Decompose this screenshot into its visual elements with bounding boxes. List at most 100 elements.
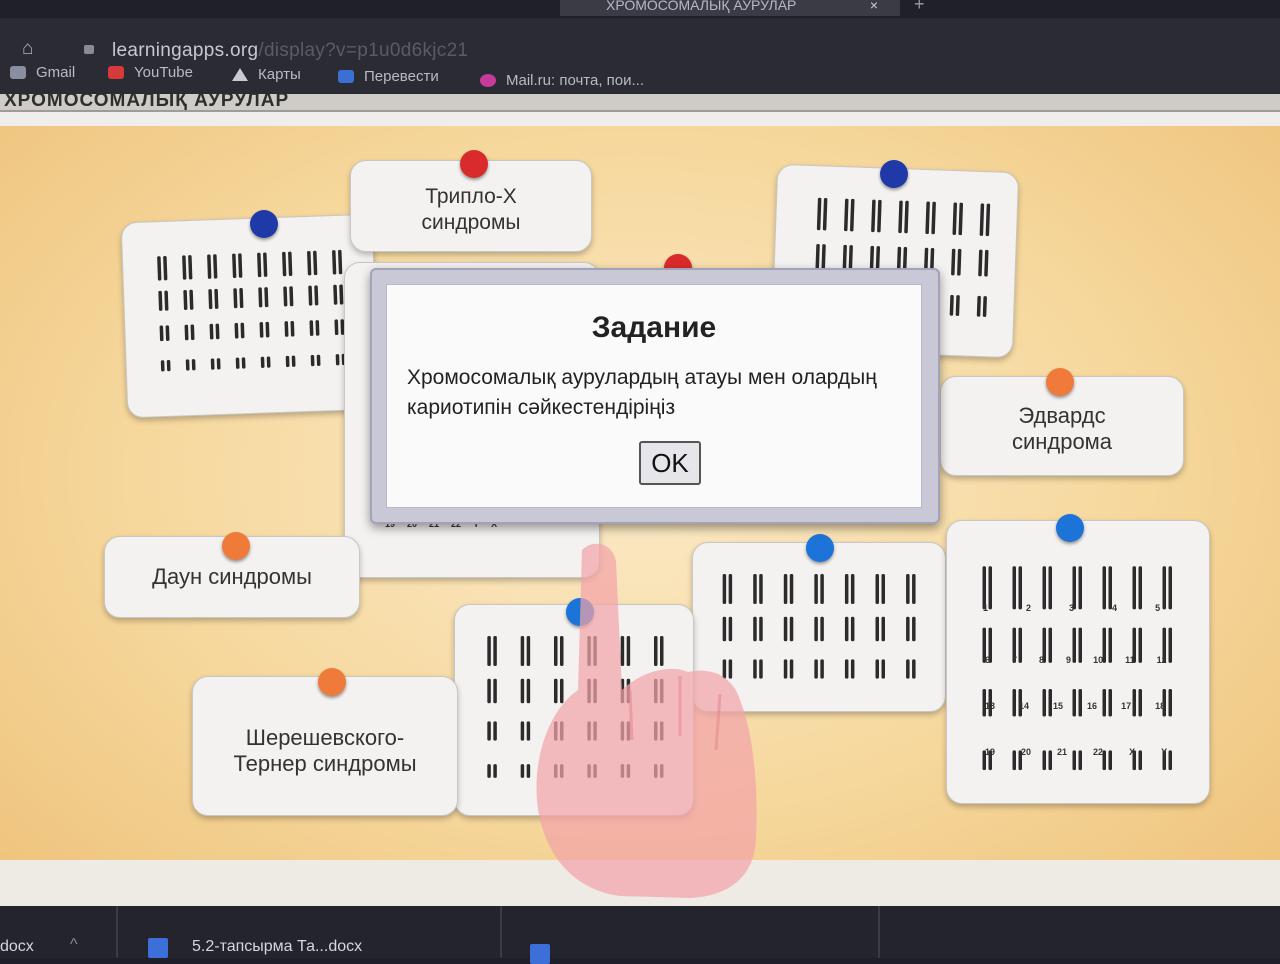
youtube-icon [108,66,124,79]
chromosome-mark [157,256,162,281]
taskbar-item-docx[interactable]: docx [0,938,34,956]
chromosome-mark [259,322,264,338]
chromosome-mark [313,250,318,276]
bookmark-youtube[interactable]: YouTube [108,64,193,81]
chromosome-mark [332,250,337,275]
chromosome-mark [207,254,212,279]
chromosome-mark [958,202,964,236]
chromosome-mark [877,199,882,233]
chromosome-mark [1168,566,1172,610]
tab-close-icon[interactable]: × [870,0,878,16]
hint-hand-icon [536,543,757,898]
chromosome-mark [789,616,794,642]
chromosome-mark [815,243,820,271]
chromosome-mark [875,659,879,679]
chromosome-mark [881,659,885,679]
pin-blue [880,160,908,188]
chromosome-mark [821,244,826,271]
label-triplo-x: Трипло-Х синдромы [421,185,521,234]
chromosome-mark [339,284,344,305]
chromosome-mark [881,574,885,604]
chromosome-mark [182,255,187,280]
chromosome-mark [871,199,876,233]
taskbar-separator [500,906,502,958]
chromosome-mark [265,321,270,338]
chromosome-mark [189,289,194,310]
chromosome-mark [976,295,981,317]
chromosome-mark [820,659,824,679]
pin-light-blue [1056,514,1084,542]
chromosome-mark [849,198,855,232]
chromosome-mark [1162,566,1166,610]
chromosome-mark [912,659,916,679]
chromosome-mark [239,288,244,309]
chromosome-mark [789,574,794,604]
pin-blue [250,210,278,238]
bookmark-translate[interactable]: Перевести [338,68,439,85]
chromosome-mark [190,324,195,341]
pin-orange [318,668,346,696]
chromosome-mark [184,324,189,341]
chromosome-mark [209,323,214,340]
chromosome-mark [234,322,239,339]
chromosome-mark [208,289,213,310]
chromosome-mark [266,356,271,368]
chromosome-mark [814,574,818,604]
chromosome-mark [850,574,855,604]
chromosome-mark [881,616,885,642]
chromosome-mark [314,285,319,306]
chromosome-mark [843,198,849,232]
chromosome-mark [334,319,339,336]
chromosome-mark [906,574,910,604]
chromosome-mark [238,253,243,278]
chromosome-mark [906,659,910,679]
chromosome-mark [282,251,287,277]
chromosome-mark [931,201,936,235]
bookmark-maps[interactable]: Карты [232,66,301,83]
url-text[interactable]: learningapps.org/display?v=p1u0d6kjc21 [112,40,468,62]
chromosome-mark [240,322,245,339]
chevron-up-icon[interactable]: ^ [70,936,78,954]
tab-bar: ХРОМОСОМАЛЫҚ АУРУЛАР × + [0,0,1280,18]
chromosome-mark [984,249,989,277]
chromosome-mark [232,253,237,278]
chromosome-mark [185,359,190,371]
mailru-icon [480,74,496,87]
new-tab-icon[interactable]: + [914,0,925,15]
dialog-text: Хромосомалық аурулардың атауы мен оларды… [407,366,877,419]
chromosome-mark [264,287,269,308]
karyotype-numbers-row-2: 6 7 8 9 10 11 12 [985,655,1167,665]
karyotype-card-1[interactable] [120,213,380,419]
chromosome-mark [1168,627,1172,663]
chromosome-mark [493,678,497,704]
url-host: learningapps.org [112,40,259,61]
chromosome-mark [315,320,320,336]
home-icon[interactable]: ⌂ [22,38,42,59]
pin-red [460,150,488,178]
chromosome-mark [183,289,188,310]
bookmark-gmail[interactable]: Gmail [10,64,75,81]
bookmarks-bar: Gmail YouTube Карты Перевести Mail.ru: п… [0,60,1280,94]
address-bar[interactable]: ⌂ learningapps.org/display?v=p1u0d6kjc21 [0,18,1280,61]
chromosome-mark [333,284,338,305]
label-card-turner[interactable]: Шерешевского-Тернер синдромы [192,676,458,816]
chromosome-mark [214,288,219,309]
chromosome-mark [158,290,163,311]
chromosome-mark [789,659,794,679]
karyotype-card-5[interactable]: 12345 6 7 8 9 10 11 12 13 14 15 16 17 18 19 20 21 22 X Y [946,520,1210,804]
chromosome-mark [951,248,956,276]
taskbar-item-document[interactable]: 5.2-тапсырма Та...docx [192,938,362,956]
chromosome-mark [291,355,296,367]
chromosome-mark [160,360,165,372]
karyotype-numbers-row-4: 19 20 21 22 X Y [985,747,1168,757]
browser-tab[interactable]: ХРОМОСОМАЛЫҚ АУРУЛАР × [560,0,900,16]
bookmark-mailru[interactable]: Mail.ru: почта, пои... [480,72,644,89]
chromosome-mark [213,254,218,279]
chromosome-mark [310,354,315,367]
ok-button[interactable]: OK [639,441,701,485]
pin-orange [1046,368,1074,396]
karyotype-numbers-row-3: 13 14 15 16 17 18 [985,701,1166,711]
chromosome-mark [844,659,849,679]
chromosome-mark [783,574,788,604]
chromosome-mark [816,197,822,231]
